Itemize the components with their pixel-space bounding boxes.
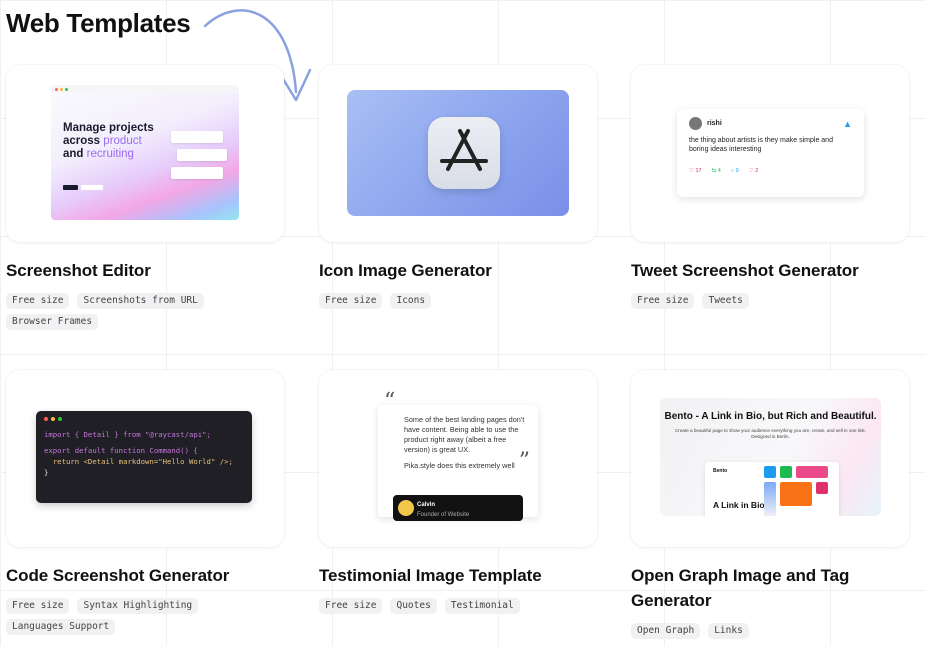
open-graph-preview: Bento - A Link in Bio, but Rich and Beau… (660, 398, 881, 516)
app-store-icon (428, 117, 500, 189)
tag-list: Free size Screenshots from URL Browser F… (6, 293, 246, 330)
template-card-code-screenshot-generator[interactable]: import { Detail } from "@raycast/api"; e… (6, 370, 284, 547)
tag: Tweets (702, 293, 749, 309)
tag: Testimonial (444, 598, 520, 614)
like-count: ♡ 17 (689, 168, 702, 174)
template-title[interactable]: Screenshot Editor (6, 258, 151, 283)
screenshot-editor-preview: Manage projects across product and recru… (51, 85, 239, 220)
author-name: Calvin (417, 502, 436, 508)
tag: Screenshots from URL (77, 293, 204, 309)
avatar (398, 500, 414, 516)
author-role: Founder of Website (417, 512, 470, 518)
spotify-icon (780, 466, 792, 478)
template-card-tweet-screenshot-generator[interactable]: rishi ▲ the thing about artists is they … (631, 65, 909, 242)
avatar (689, 117, 702, 130)
template-title[interactable]: Testimonial Image Template (319, 563, 542, 588)
code-line: } (44, 468, 49, 477)
template-title[interactable]: Tweet Screenshot Generator (631, 258, 859, 283)
gradient-tile (764, 482, 776, 516)
tweet-author: rishi (707, 120, 722, 127)
testimonial-quote-2: Pika.style does this extremely well (404, 461, 515, 470)
tag: Icons (390, 293, 432, 309)
tag: Syntax Highlighting (77, 598, 199, 614)
og-subtitle: Create a beautiful page to show your aud… (674, 428, 866, 439)
twitter-icon (764, 466, 776, 478)
tag-list: Free size Icons (319, 293, 579, 309)
testimonial-quote: Some of the best landing pages don't hav… (404, 415, 525, 454)
tag-list: Free size Syntax Highlighting Languages … (6, 598, 246, 635)
tag: Free size (631, 293, 695, 309)
code-line: import { Detail } from "@raycast/api"; (44, 430, 211, 439)
og-window: Bento A Link in Bio. (705, 462, 839, 516)
tag-list: Open Graph Links (631, 623, 891, 639)
tag-list: Free size Quotes Testimonial (319, 598, 599, 614)
preview-heading: Manage projects across product and recru… (63, 122, 154, 160)
testimonial-preview: “ Some of the best landing pages don't h… (378, 391, 538, 521)
tag: Free size (6, 293, 70, 309)
twitter-icon: ▲ (843, 118, 852, 129)
tag: Links (708, 623, 749, 639)
tag: Quotes (390, 598, 437, 614)
share-count: ♡ 2 (748, 168, 759, 174)
code-line: return <Detail markdown="Hello World" />… (44, 457, 233, 466)
og-window-heading: A Link in Bio. (713, 500, 767, 510)
quote-open-icon: “ (384, 389, 396, 414)
instagram-icon (816, 482, 828, 494)
tweet-text: the thing about artists is they make sim… (689, 137, 833, 153)
tag: Free size (6, 598, 70, 614)
template-card-open-graph-image-generator[interactable]: Bento - A Link in Bio, but Rich and Beau… (631, 370, 909, 547)
testimonial-author-badge: Calvin Founder of Website (393, 495, 523, 521)
tag: Browser Frames (6, 314, 99, 330)
template-title[interactable]: Open Graph Image and Tag Generator (631, 563, 891, 613)
template-title[interactable]: Code Screenshot Generator (6, 563, 229, 588)
tag: Free size (319, 598, 383, 614)
tag: Open Graph (631, 623, 701, 639)
tweet-preview: rishi ▲ the thing about artists is they … (677, 109, 864, 197)
retweet-count: ⇆ 4 (711, 168, 721, 174)
code-preview: import { Detail } from "@raycast/api"; e… (36, 411, 252, 503)
orange-tile (780, 482, 812, 506)
page-title: Web Templates (6, 8, 191, 38)
tag: Languages Support (6, 619, 116, 635)
template-card-icon-image-generator[interactable] (319, 65, 597, 242)
code-line: export default function Command() { (44, 446, 198, 455)
icon-generator-preview (347, 90, 569, 216)
comment-count: ○ 9 (730, 168, 739, 174)
tag: Free size (319, 293, 383, 309)
quote-close-icon: ” (518, 449, 530, 474)
template-card-screenshot-editor[interactable]: Manage projects across product and recru… (6, 65, 284, 242)
og-title: Bento - A Link in Bio, but Rich and Beau… (664, 411, 877, 422)
tag-list: Free size Tweets (631, 293, 891, 309)
dribbble-icon (796, 466, 828, 478)
template-card-testimonial-image-template[interactable]: “ Some of the best landing pages don't h… (319, 370, 597, 547)
template-title[interactable]: Icon Image Generator (319, 258, 492, 283)
